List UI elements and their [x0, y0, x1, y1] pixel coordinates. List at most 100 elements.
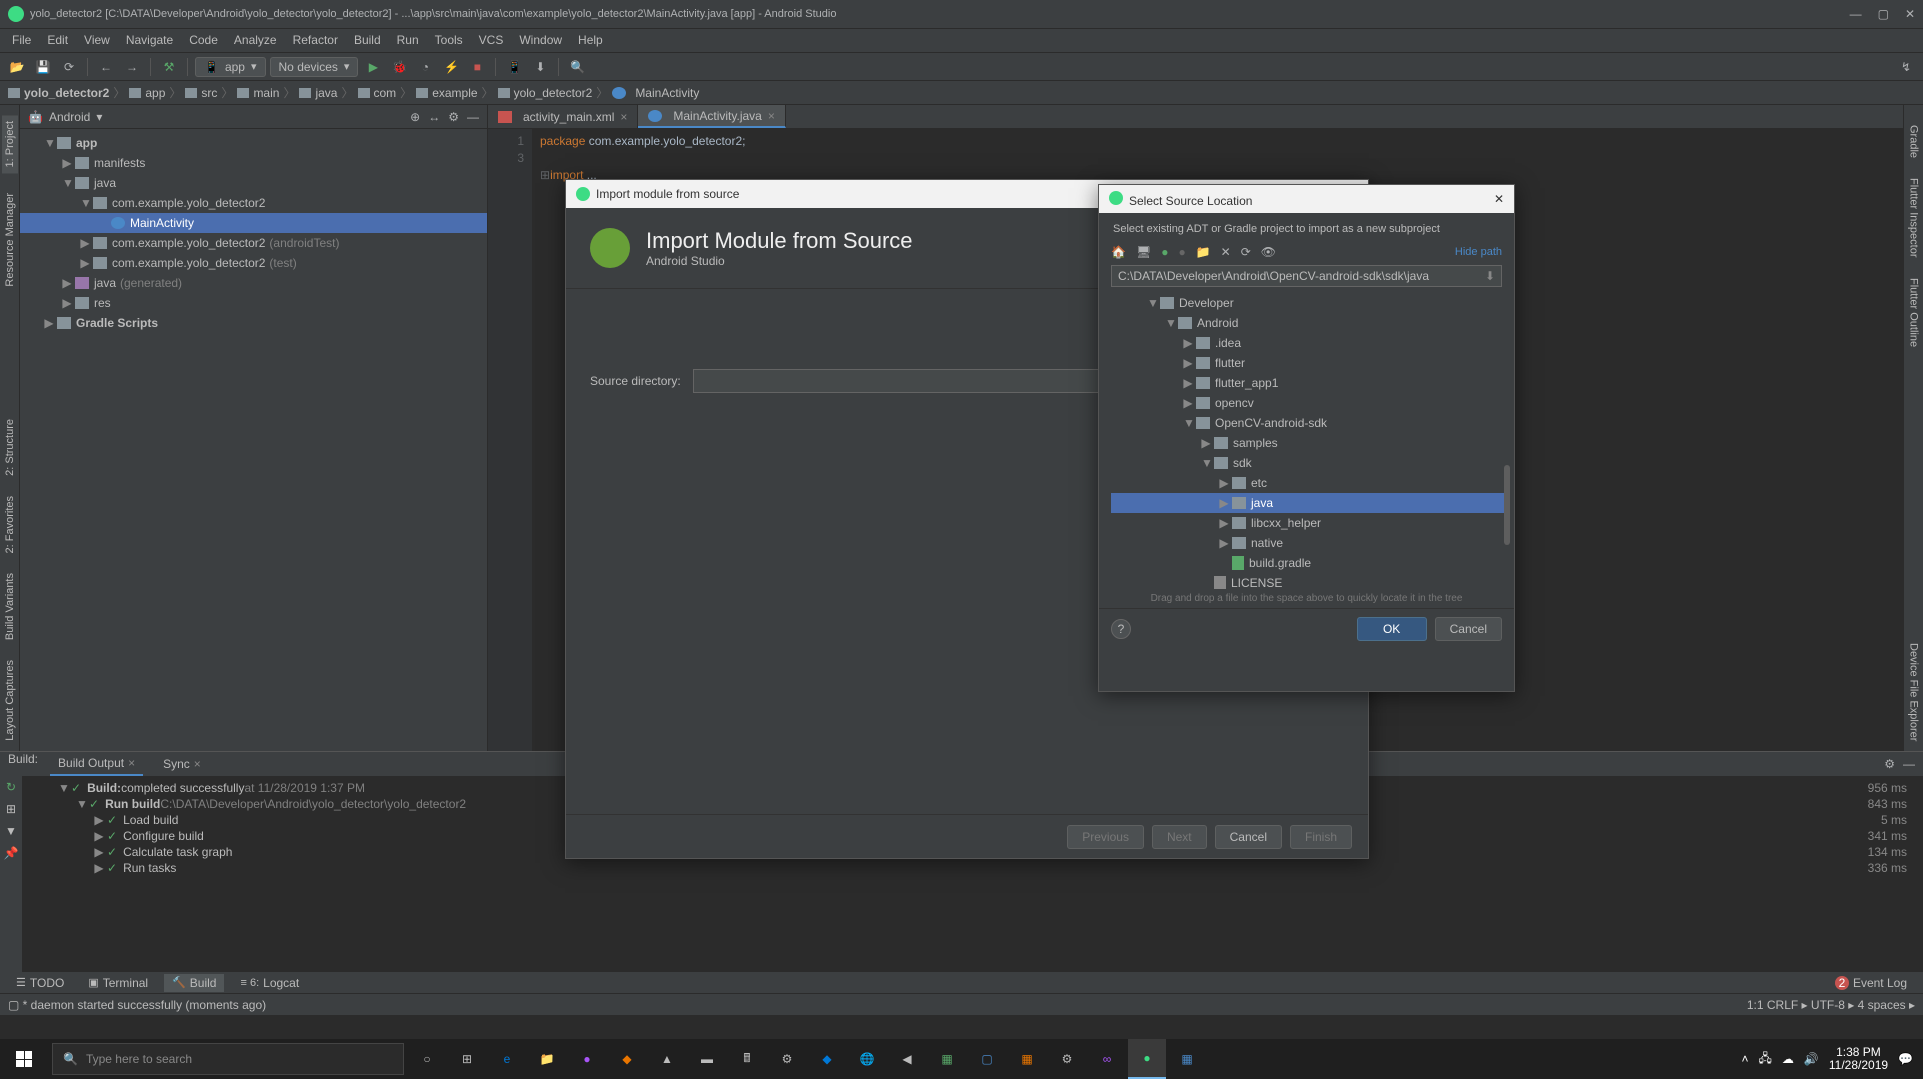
- tab-terminal[interactable]: ▣ Terminal: [80, 974, 156, 992]
- tab-logcat[interactable]: ≡ 6: Logcat: [232, 974, 307, 992]
- cancel-button[interactable]: Cancel: [1435, 617, 1502, 641]
- tab-project[interactable]: 1: Project: [2, 115, 18, 173]
- file-tree-row[interactable]: ▶samples: [1111, 433, 1514, 453]
- build-icon[interactable]: ⚒: [158, 56, 180, 78]
- tree-row[interactable]: ▼com.example.yolo_detector2: [20, 193, 487, 213]
- open-icon[interactable]: 📂: [6, 56, 28, 78]
- tray-chevron-icon[interactable]: ˄: [1742, 1052, 1749, 1066]
- tab-build-output[interactable]: Build Output ×: [50, 752, 143, 776]
- close-icon[interactable]: ×: [620, 110, 627, 124]
- tab-structure[interactable]: 2: Structure: [4, 419, 16, 476]
- bc-src[interactable]: src: [185, 86, 217, 100]
- menu-help[interactable]: Help: [570, 29, 611, 52]
- file-tree-row[interactable]: ▶flutter_app1: [1111, 373, 1514, 393]
- minimize-icon[interactable]: —: [1850, 7, 1862, 21]
- file-tree-row[interactable]: LICENSE: [1111, 573, 1514, 589]
- status-right[interactable]: 1:1 CRLF ▸ UTF-8 ▸ 4 spaces ▸: [1747, 998, 1915, 1012]
- file-tree-row[interactable]: build.gradle: [1111, 553, 1514, 573]
- bc-pkg[interactable]: yolo_detector2: [498, 86, 593, 100]
- menu-refactor[interactable]: Refactor: [285, 29, 346, 52]
- cancel-button[interactable]: Cancel: [1215, 825, 1282, 849]
- bc-com[interactable]: com: [358, 86, 397, 100]
- hide-icon[interactable]: —: [1903, 757, 1915, 771]
- run-config-dropdown[interactable]: 📱app▾: [195, 57, 266, 77]
- tree-row[interactable]: ▶res: [20, 293, 487, 313]
- hide-path-link[interactable]: Hide path: [1455, 246, 1502, 258]
- tab-flutter-inspector[interactable]: Flutter Inspector: [1908, 178, 1920, 257]
- xampp-icon[interactable]: ▦: [1008, 1039, 1046, 1079]
- tab-activity-main[interactable]: activity_main.xml×: [488, 105, 638, 128]
- file-tree-row[interactable]: ▶java: [1111, 493, 1510, 513]
- unity-icon[interactable]: ◀: [888, 1039, 926, 1079]
- bc-main[interactable]: main: [237, 86, 279, 100]
- app-icon[interactable]: ▦: [928, 1039, 966, 1079]
- target-icon[interactable]: ⊕: [410, 110, 420, 124]
- tree-row[interactable]: ▶Gradle Scripts: [20, 313, 487, 333]
- tree-row[interactable]: ▼java: [20, 173, 487, 193]
- search-icon[interactable]: 🔍: [566, 56, 588, 78]
- previous-button[interactable]: Previous: [1067, 825, 1144, 849]
- calc-icon[interactable]: 🖩: [728, 1039, 766, 1079]
- file-tree-row[interactable]: ▼Developer: [1111, 293, 1514, 313]
- bc-java[interactable]: java: [299, 86, 337, 100]
- volume-icon[interactable]: 🔊: [1804, 1052, 1819, 1066]
- file-tree-row[interactable]: ▶native: [1111, 533, 1514, 553]
- file-tree-row[interactable]: ▼sdk: [1111, 453, 1514, 473]
- app-icon[interactable]: ⚙: [1048, 1039, 1086, 1079]
- file-tree-row[interactable]: ▼OpenCV-android-sdk: [1111, 413, 1514, 433]
- app-icon[interactable]: ▲: [648, 1039, 686, 1079]
- debug-icon[interactable]: 🐞: [388, 56, 410, 78]
- tab-todo[interactable]: ☰ TODO: [8, 974, 72, 992]
- menu-window[interactable]: Window: [511, 29, 570, 52]
- app-icon[interactable]: ⚙: [768, 1039, 806, 1079]
- close-icon[interactable]: ×: [768, 109, 775, 123]
- bc-app[interactable]: app: [129, 86, 165, 100]
- attach-icon[interactable]: ⚡: [440, 56, 462, 78]
- home-icon[interactable]: 🏠: [1111, 245, 1126, 259]
- network-icon[interactable]: 🖧: [1759, 1049, 1772, 1070]
- android-studio-icon[interactable]: ●: [1128, 1039, 1166, 1079]
- path-input[interactable]: C:\DATA\Developer\Android\OpenCV-android…: [1111, 265, 1502, 287]
- avd-icon[interactable]: 📱: [503, 56, 525, 78]
- build-row[interactable]: ▶✓Run tasks336 ms: [22, 860, 1923, 876]
- forward-icon[interactable]: →: [121, 56, 143, 78]
- file-tree-row[interactable]: ▼Android: [1111, 313, 1514, 333]
- vs-icon[interactable]: ∞: [1088, 1039, 1126, 1079]
- menu-view[interactable]: View: [76, 29, 118, 52]
- file-tree-row[interactable]: ▶.idea: [1111, 333, 1514, 353]
- gear-icon[interactable]: ⚙: [448, 110, 459, 124]
- bc-example[interactable]: example: [416, 86, 477, 100]
- tab-favorites[interactable]: 2: Favorites: [4, 496, 16, 553]
- ide-errors-icon[interactable]: ↯: [1895, 56, 1917, 78]
- tab-sync[interactable]: Sync ×: [155, 752, 209, 776]
- tab-flutter-outline[interactable]: Flutter Outline: [1908, 278, 1920, 347]
- finish-button[interactable]: Finish: [1290, 825, 1352, 849]
- desktop-icon[interactable]: 🖥: [1136, 245, 1151, 259]
- menu-code[interactable]: Code: [181, 29, 226, 52]
- menu-vcs[interactable]: VCS: [471, 29, 512, 52]
- module-icon[interactable]: ●: [1178, 245, 1185, 259]
- stop-icon[interactable]: ■: [466, 56, 488, 78]
- back-icon[interactable]: ←: [95, 56, 117, 78]
- taskbar-search[interactable]: 🔍 Type here to search: [52, 1043, 404, 1075]
- file-tree-row[interactable]: ▶etc: [1111, 473, 1514, 493]
- menu-run[interactable]: Run: [389, 29, 427, 52]
- task-view-icon[interactable]: ⊞: [448, 1039, 486, 1079]
- tab-resource-manager[interactable]: Resource Manager: [4, 193, 16, 287]
- next-button[interactable]: Next: [1152, 825, 1207, 849]
- ok-button[interactable]: OK: [1357, 617, 1427, 641]
- pin-icon[interactable]: 📌: [4, 846, 19, 860]
- file-tree-row[interactable]: ▶flutter: [1111, 353, 1514, 373]
- bc-class[interactable]: MainActivity: [612, 86, 699, 100]
- app-icon[interactable]: ●: [568, 1039, 606, 1079]
- refresh-icon[interactable]: ⟳: [1241, 245, 1251, 259]
- cortana-icon[interactable]: ○: [408, 1039, 446, 1079]
- start-button[interactable]: [0, 1039, 48, 1079]
- menu-tools[interactable]: Tools: [427, 29, 471, 52]
- save-icon[interactable]: 💾: [32, 56, 54, 78]
- tree-row[interactable]: MainActivity: [20, 213, 487, 233]
- explorer-icon[interactable]: 📁: [528, 1039, 566, 1079]
- tab-layout-captures[interactable]: Layout Captures: [4, 660, 16, 741]
- sdk-icon[interactable]: ⬇: [529, 56, 551, 78]
- tab-device-explorer[interactable]: Device File Explorer: [1908, 643, 1920, 741]
